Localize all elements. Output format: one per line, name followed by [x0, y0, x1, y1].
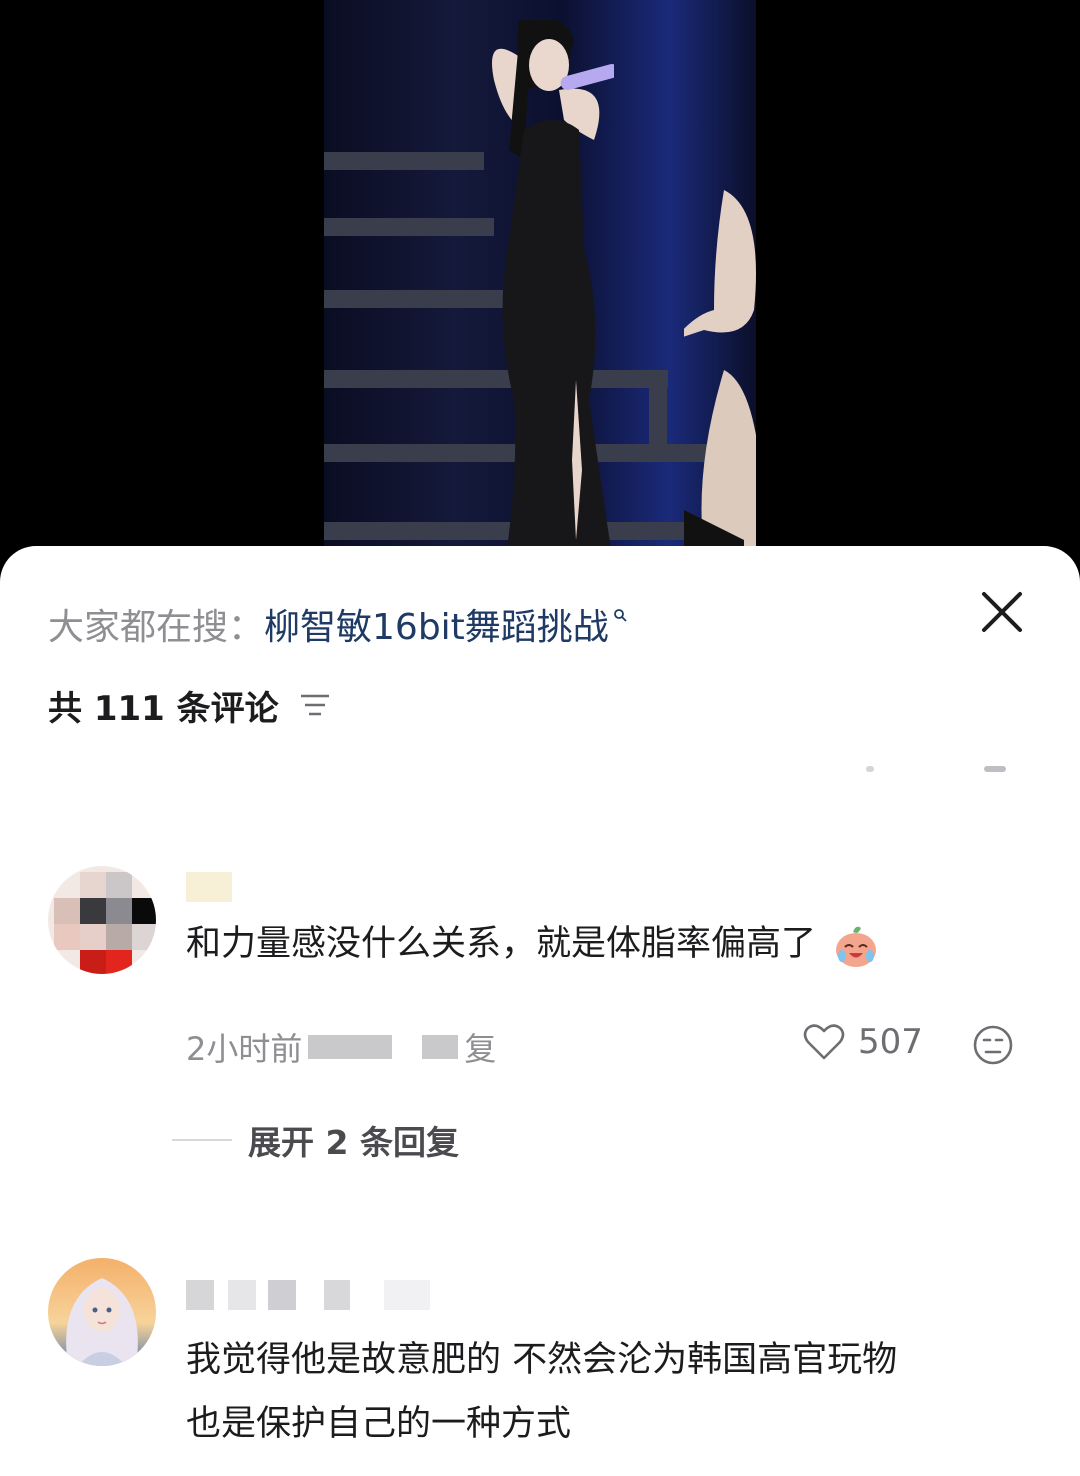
- expand-replies-label: 展开 2 条回复: [248, 1123, 459, 1162]
- like-button[interactable]: 507: [802, 1022, 923, 1062]
- anime-girl-avatar: [48, 1258, 156, 1366]
- comment-body-line1: 我觉得他是故意肥的 不然会沦为韩国高官玩物: [186, 1340, 898, 1380]
- heart-icon: [803, 1024, 845, 1060]
- comment-time: 2小时前: [186, 1030, 303, 1068]
- reply-label-redacted: [422, 1035, 459, 1059]
- performer-figure: [492, 20, 614, 570]
- crying-laughing-peach-emoji: [836, 926, 877, 967]
- expand-replies[interactable]: 展开 2 条回复: [172, 1116, 459, 1164]
- sort-filter-icon[interactable]: [299, 692, 331, 718]
- location-redacted: [308, 1035, 393, 1059]
- divider-fragment: [984, 766, 1006, 772]
- reply-button[interactable]: 复: [464, 1024, 496, 1070]
- dislike-face-icon[interactable]: [972, 1024, 1014, 1066]
- avatar[interactable]: [48, 866, 156, 974]
- stage-rail: [649, 370, 667, 450]
- search-icon: [613, 609, 627, 622]
- divider-fragment: [866, 766, 874, 772]
- stage-stair: [324, 152, 484, 170]
- screen: 大家都在搜： 柳智敏16bit舞蹈挑战 共 111 条评论 和力量感没什么关系，…: [0, 0, 1080, 1476]
- pixelated-avatar: [48, 866, 156, 974]
- comment-body-line2: 也是保护自己的一种方式: [186, 1404, 572, 1444]
- comment-text: 我觉得他是故意肥的 不然会沦为韩国高官玩物 也是保护自己的一种方式: [186, 1328, 897, 1456]
- comment-meta: 2小时前 复: [186, 1024, 496, 1070]
- username-redacted[interactable]: [186, 872, 232, 902]
- comment-text: 和力量感没什么关系，就是体脂率偏高了: [186, 912, 881, 976]
- comment-body: 和力量感没什么关系，就是体脂率偏高了: [186, 924, 817, 964]
- expand-line: [172, 1139, 232, 1141]
- search-suggestion[interactable]: 大家都在搜： 柳智敏16bit舞蹈挑战: [48, 596, 627, 652]
- comment-count-label: 共 111 条评论: [48, 688, 279, 729]
- comment-count-header: 共 111 条评论: [48, 680, 331, 730]
- video-player[interactable]: [324, 0, 756, 570]
- search-suggestion-prefix: 大家都在搜：: [48, 607, 265, 648]
- dancer-figure: [684, 190, 756, 550]
- search-suggestion-term[interactable]: 柳智敏16bit舞蹈挑战: [264, 598, 609, 650]
- avatar[interactable]: [48, 1258, 156, 1366]
- close-icon[interactable]: [978, 588, 1026, 636]
- like-count: 507: [858, 1022, 923, 1062]
